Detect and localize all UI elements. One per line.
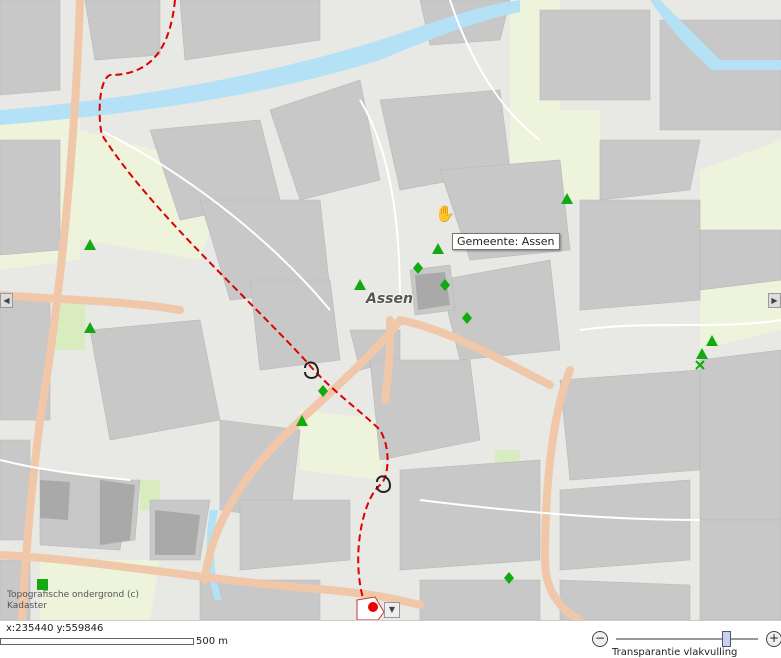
legend-toggle-button[interactable]: ▼ bbox=[384, 602, 400, 618]
transparency-label: Transparantie vlakvulling bbox=[612, 647, 738, 658]
map-canvas[interactable] bbox=[0, 0, 781, 620]
coordinate-readout: x:235440 y:559846 bbox=[6, 623, 104, 634]
triangle-marker-icon bbox=[354, 279, 366, 290]
zoom-out-button[interactable]: − bbox=[592, 631, 608, 647]
map-footer: x:235440 y:559846 500 m − + Transparanti… bbox=[0, 620, 781, 658]
zoom-in-icon: + bbox=[768, 631, 780, 645]
transparency-slider-track[interactable] bbox=[616, 638, 758, 640]
triangle-marker-icon bbox=[432, 243, 444, 254]
place-label: Assen bbox=[366, 291, 413, 307]
scale-label: 500 m bbox=[196, 636, 229, 647]
map-viewport[interactable]: Assen ✋ Gemeente: Assen ◀ ▶ Topografisch… bbox=[0, 0, 781, 620]
municipality-tooltip: Gemeente: Assen bbox=[452, 233, 560, 250]
triangle-left-icon: ◀ bbox=[3, 296, 10, 305]
pan-right-button[interactable]: ▶ bbox=[768, 293, 781, 308]
pan-left-button[interactable]: ◀ bbox=[0, 293, 13, 308]
hand-cursor-icon: ✋ bbox=[435, 204, 455, 223]
triangle-marker-icon bbox=[696, 348, 708, 359]
scale-bar bbox=[0, 638, 194, 645]
triangle-marker-icon bbox=[84, 322, 96, 333]
zoom-in-button[interactable]: + bbox=[766, 631, 781, 647]
chevron-down-icon: ▼ bbox=[388, 605, 396, 614]
zoom-out-icon: − bbox=[594, 631, 606, 645]
triangle-right-icon: ▶ bbox=[771, 296, 778, 305]
square-marker-icon bbox=[37, 579, 48, 590]
attribution-line: Kadaster bbox=[7, 601, 47, 611]
map-attribution: Topografische ondergrond (c) Kadaster bbox=[7, 590, 139, 612]
attribution-line: Topografische ondergrond (c) bbox=[7, 590, 140, 600]
transparency-slider-thumb[interactable] bbox=[722, 631, 732, 647]
